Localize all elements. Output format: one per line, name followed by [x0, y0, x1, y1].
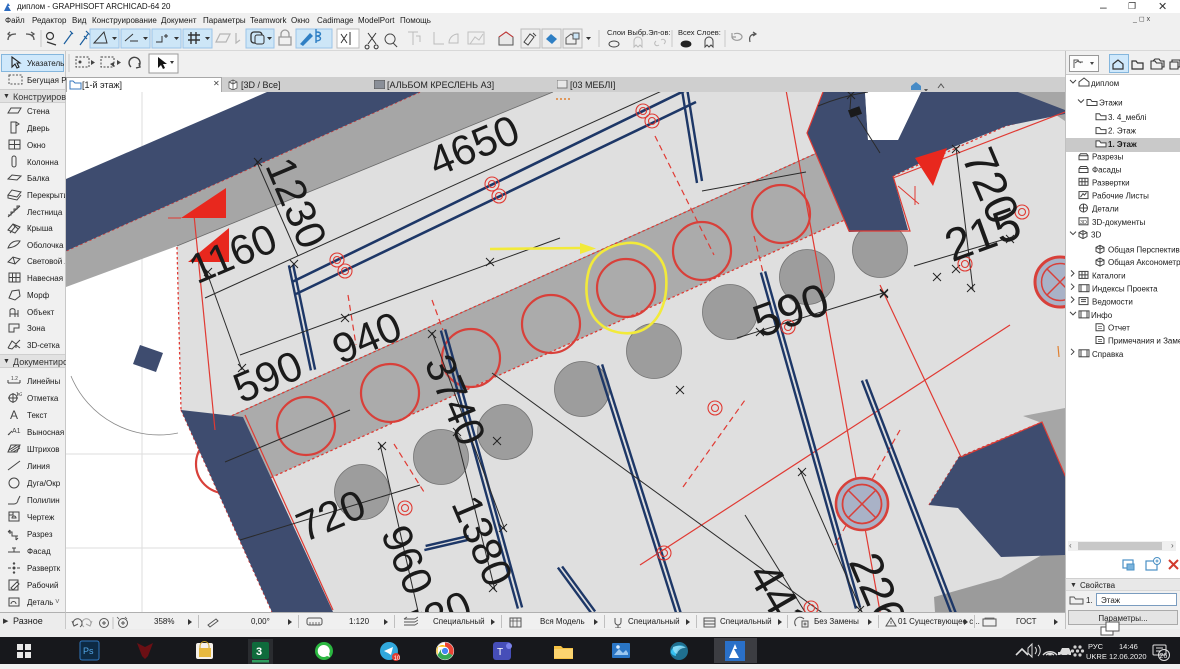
- svg-text:Справка: Справка: [1092, 350, 1124, 359]
- svg-text:Детали: Детали: [1092, 205, 1119, 214]
- svg-text:14:46: 14:46: [1119, 642, 1138, 651]
- svg-text:Ps: Ps: [83, 646, 94, 656]
- svg-text:Слои Выбр.Эл-ов:: Слои Выбр.Эл-ов:: [607, 28, 671, 37]
- svg-text:2. Этаж: 2. Этаж: [1108, 127, 1137, 136]
- svg-text:26: 26: [1160, 653, 1168, 660]
- svg-text:Фасады: Фасады: [1092, 166, 1122, 175]
- svg-text:12.06.2020: 12.06.2020: [1109, 652, 1147, 661]
- svg-text:РУС: РУС: [1088, 642, 1104, 651]
- svg-text:Каталоги: Каталоги: [1092, 271, 1126, 280]
- svg-text:1.2: 1.2: [11, 376, 18, 382]
- svg-text:Этажи: Этажи: [1099, 99, 1123, 108]
- svg-text:Индексы Проекта: Индексы Проекта: [1092, 285, 1158, 294]
- svg-text:3D-документы: 3D-документы: [1092, 218, 1146, 227]
- svg-text:A: A: [10, 408, 18, 422]
- svg-text:10: 10: [394, 656, 401, 662]
- svg-text:3. 4_меблі: 3. 4_меблі: [1108, 113, 1147, 122]
- svg-text:3D: 3D: [1080, 220, 1087, 226]
- svg-text:Разрезы: Разрезы: [1092, 153, 1123, 162]
- svg-text:1. Этаж: 1. Этаж: [1108, 140, 1137, 149]
- svg-text:A1: A1: [12, 428, 21, 435]
- svg-text:1.2: 1.2: [16, 392, 22, 398]
- svg-text:Примечания и Заметк: Примечания и Заметк: [1108, 337, 1180, 346]
- svg-text:Рабочие Листы: Рабочие Листы: [1092, 192, 1149, 201]
- svg-text:диплом: диплом: [1091, 79, 1119, 88]
- svg-text:UKRE: UKRE: [1086, 652, 1107, 661]
- svg-text:T: T: [497, 647, 503, 658]
- svg-text:Общая Перспектива: Общая Перспектива: [1108, 245, 1180, 254]
- svg-text:Развертки: Развертки: [1092, 178, 1130, 187]
- svg-text:Всех Слоев:: Всех Слоев:: [678, 28, 721, 37]
- svg-text:Отчет: Отчет: [1108, 324, 1130, 333]
- svg-text:Общая Аксонометрия: Общая Аксонометрия: [1108, 258, 1180, 267]
- svg-text:3: 3: [256, 646, 262, 658]
- svg-text:Ведомости: Ведомости: [1092, 298, 1133, 307]
- svg-text:Инфо: Инфо: [1091, 311, 1113, 320]
- svg-text:3D: 3D: [1091, 231, 1101, 240]
